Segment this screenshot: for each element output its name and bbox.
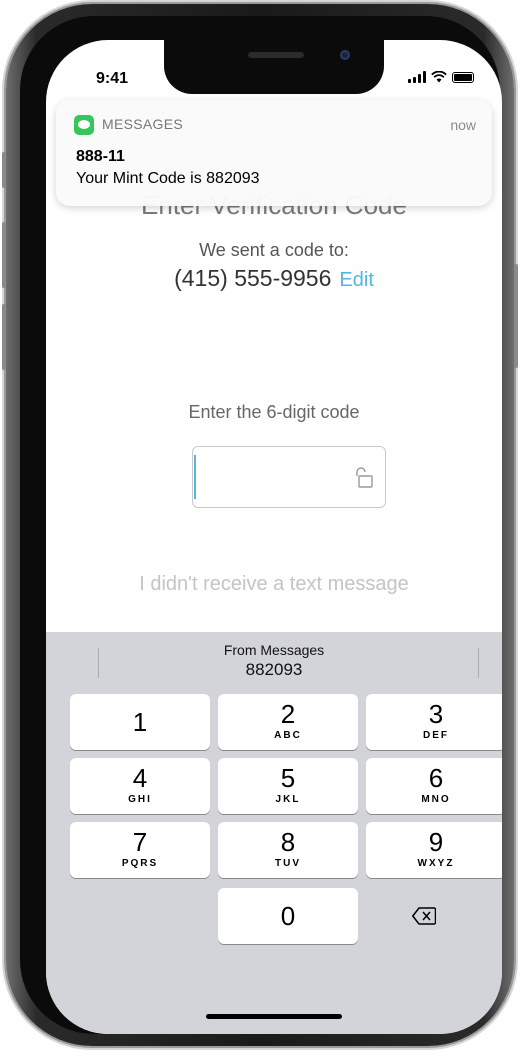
key-7[interactable]: 7 PQRS — [70, 822, 210, 878]
cellular-signal-icon — [408, 71, 426, 83]
unlock-icon — [356, 467, 373, 488]
battery-icon — [452, 71, 474, 83]
code-label: Enter the 6-digit code — [188, 402, 360, 422]
mute-switch — [2, 152, 6, 188]
suggestion-divider-right — [478, 648, 479, 678]
notification-app-name: MESSAGES — [102, 116, 183, 132]
backspace-icon — [412, 907, 436, 925]
home-indicator[interactable] — [206, 1014, 342, 1019]
key-9[interactable]: 9 WXYZ — [366, 822, 502, 878]
sent-label: We sent a code to: — [199, 240, 349, 260]
phone-frame: Enter Verification Code We sent a code t… — [2, 4, 518, 1046]
code-input[interactable] — [192, 446, 386, 508]
front-camera — [340, 50, 350, 60]
phone-bezel: Enter Verification Code We sent a code t… — [20, 16, 502, 1034]
screen: Enter Verification Code We sent a code t… — [46, 40, 502, 1034]
delete-key[interactable] — [354, 888, 494, 944]
key-4[interactable]: 4 GHI — [70, 758, 210, 814]
power-button — [514, 264, 518, 368]
key-6[interactable]: 6 MNO — [366, 758, 502, 814]
wifi-icon — [431, 71, 447, 83]
suggestion-code: 882093 — [245, 660, 303, 679]
code-suggestion[interactable]: From Messages 882093 — [46, 632, 502, 690]
speaker-grille — [248, 52, 304, 58]
key-2[interactable]: 2 ABC — [218, 694, 358, 750]
notch — [164, 40, 384, 94]
no-text-message-link[interactable]: I didn't receive a text message — [46, 573, 502, 596]
status-time: 9:41 — [96, 70, 129, 87]
edit-link[interactable]: Edit — [339, 269, 373, 291]
status-icons — [408, 71, 474, 83]
key-8[interactable]: 8 TUV — [218, 822, 358, 878]
messages-app-icon — [74, 115, 94, 135]
numeric-keyboard: From Messages 882093 1 2 ABC 3 DEF 4 GHI 5J… — [46, 632, 502, 1034]
volume-down-button — [2, 304, 6, 370]
phone-number-line: (415) 555-9956 Edit — [46, 265, 502, 292]
suggestion-divider-left — [98, 648, 99, 678]
key-3[interactable]: 3 DEF — [366, 694, 502, 750]
key-1[interactable]: 1 — [70, 694, 210, 750]
notification-time: now — [450, 117, 476, 133]
notification-sender: 888-11 — [76, 148, 125, 165]
key-0[interactable]: 0 — [218, 888, 358, 944]
volume-up-button — [2, 222, 6, 288]
message-notification[interactable]: MESSAGES now 888-11 Your Mint Code is 88… — [56, 100, 492, 206]
notification-body: Your Mint Code is 882093 — [76, 170, 260, 187]
text-cursor — [194, 455, 196, 499]
phone-number: (415) 555-9956 — [174, 265, 332, 291]
suggestion-source: From Messages — [223, 642, 325, 658]
key-5[interactable]: 5 JKL — [218, 758, 358, 814]
